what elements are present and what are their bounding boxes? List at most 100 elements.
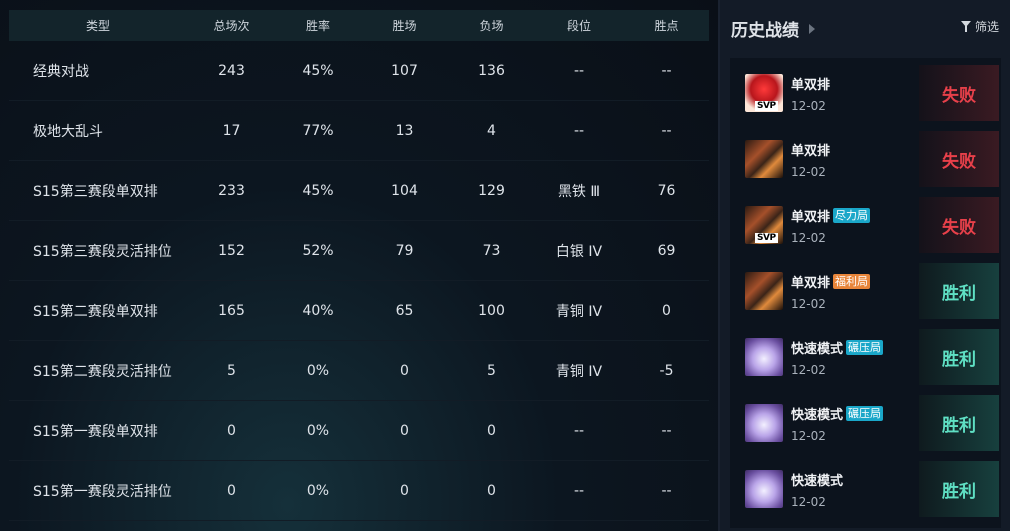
stats-panel: 类型 总场次 胜率 胜场 负场 段位 胜点 经典对战 243 45% 107 136 --…: [0, 0, 718, 531]
svp-badge: SVP: [755, 101, 778, 111]
cell-losses: 73: [482, 242, 501, 259]
cell-wins: 13: [395, 122, 414, 139]
match-info: 快速模式 碾压局 12-02: [791, 338, 919, 377]
cell-total: 0: [227, 422, 236, 439]
match-info: 快速模式 碾压局 12-02: [791, 404, 919, 443]
cell-rank: 青铜 IV: [555, 363, 603, 380]
mode-line: 单双排: [791, 140, 919, 159]
match-info: 单双排 福利局 12-02: [791, 272, 919, 311]
cell-losses: 5: [487, 362, 496, 379]
cell-wins: 107: [391, 62, 418, 79]
header-points: 胜点: [654, 19, 679, 33]
cell-losses: 129: [478, 182, 505, 199]
table-row: S15第一赛段灵活排位 0 0% 0 0 -- --: [9, 461, 709, 521]
cell-points: -5: [659, 362, 674, 379]
stats-table: 类型 总场次 胜率 胜场 负场 段位 胜点 经典对战 243 45% 107 136 --…: [9, 10, 709, 521]
match-mode: 快速模式: [791, 341, 844, 357]
match-date: 12-02: [791, 164, 826, 179]
table-row: S15第三赛段灵活排位 152 52% 79 73 白银 IV 69: [9, 221, 709, 281]
cell-points: --: [661, 62, 672, 79]
match-date: 12-02: [791, 494, 826, 509]
header-type: 类型: [85, 19, 110, 33]
table-row: S15第三赛段单双排 233 45% 104 129 黑铁 Ⅲ 76: [9, 161, 709, 221]
mode-line: 快速模式 碾压局: [791, 338, 919, 357]
cell-rank: 青铜 IV: [555, 303, 603, 320]
cell-losses: 4: [487, 122, 496, 139]
cell-points: --: [661, 482, 672, 499]
filter-icon: [960, 21, 971, 32]
cell-wins: 79: [395, 242, 414, 259]
cell-points: --: [661, 422, 672, 439]
table-row: 极地大乱斗 17 77% 13 4 -- --: [9, 101, 709, 161]
match-tag: 碾压局: [846, 339, 884, 355]
table-row: S15第一赛段单双排 0 0% 0 0 -- --: [9, 401, 709, 461]
match-list: SVP 单双排 12-02 失败 单双排 12-02 失败 SVP 单双排 尽力局 12-02 失败单…: [730, 58, 1001, 528]
mode-line: 单双排: [791, 74, 919, 93]
match-info: 快速模式 12-02: [791, 470, 919, 509]
cell-losses: 136: [478, 62, 505, 79]
match-result: 胜利: [919, 461, 999, 517]
cell-rate: 52%: [302, 242, 334, 259]
cell-points: 69: [657, 242, 676, 259]
table-row: S15第二赛段单双排 165 40% 65 100 青铜 IV 0: [9, 281, 709, 341]
cell-type: S15第二赛段灵活排位: [33, 363, 172, 380]
champion-avatar: [745, 140, 783, 178]
filter-button[interactable]: 筛选: [960, 18, 999, 35]
match-mode: 单双排: [791, 77, 831, 93]
champion-avatar: [745, 338, 783, 376]
cell-total: 5: [227, 362, 236, 379]
cell-rank: --: [573, 482, 585, 499]
champion-avatar: [745, 272, 783, 310]
chevron-right-icon: [809, 23, 815, 34]
cell-wins: 0: [400, 362, 409, 379]
champion-avatar: [745, 404, 783, 442]
match-result: 胜利: [919, 395, 999, 451]
match-item[interactable]: 单双排 12-02 失败: [734, 131, 999, 187]
match-info: 单双排 12-02: [791, 140, 919, 179]
cell-rate: 77%: [302, 122, 334, 139]
match-result: 胜利: [919, 329, 999, 385]
match-item[interactable]: 单双排 福利局 12-02 胜利: [734, 263, 999, 319]
cell-total: 165: [218, 302, 245, 319]
match-date: 12-02: [791, 296, 826, 311]
match-item[interactable]: SVP 单双排 尽力局 12-02 失败: [734, 197, 999, 253]
cell-rate: 0%: [306, 422, 330, 439]
match-item[interactable]: 快速模式 碾压局 12-02 胜利: [734, 395, 999, 451]
match-mode: 单双排: [791, 143, 831, 159]
match-mode: 快速模式: [791, 473, 844, 489]
cell-type: S15第一赛段灵活排位: [33, 483, 172, 500]
match-date: 12-02: [791, 98, 826, 113]
match-info: 单双排 尽力局 12-02: [791, 206, 919, 245]
champion-avatar: [745, 470, 783, 508]
match-date: 12-02: [791, 362, 826, 377]
cell-type: S15第三赛段单双排: [33, 183, 158, 200]
match-result: 胜利: [919, 263, 999, 319]
mode-line: 快速模式: [791, 470, 919, 489]
match-item[interactable]: SVP 单双排 12-02 失败: [734, 65, 999, 121]
match-tag: 碾压局: [846, 405, 884, 421]
mode-line: 快速模式 碾压局: [791, 404, 919, 423]
table-row: S15第二赛段灵活排位 5 0% 0 5 青铜 IV -5: [9, 341, 709, 401]
match-result: 失败: [919, 131, 999, 187]
cell-losses: 100: [478, 302, 505, 319]
cell-type: S15第二赛段单双排: [33, 303, 158, 320]
cell-total: 17: [222, 122, 241, 139]
match-mode: 快速模式: [791, 407, 844, 423]
header-losses: 负场: [479, 19, 504, 33]
header-rate: 胜率: [305, 19, 330, 33]
header-wins: 胜场: [392, 19, 417, 33]
match-item[interactable]: 快速模式 碾压局 12-02 胜利: [734, 329, 999, 385]
table-header: 类型 总场次 胜率 胜场 负场 段位 胜点: [9, 10, 709, 41]
match-item[interactable]: 快速模式 12-02 胜利: [734, 461, 999, 517]
cell-losses: 0: [487, 422, 496, 439]
match-tag: 尽力局: [833, 207, 871, 223]
cell-type: 极地大乱斗: [33, 123, 103, 140]
history-header[interactable]: 历史战绩: [731, 16, 815, 41]
cell-losses: 0: [487, 482, 496, 499]
svp-badge: SVP: [755, 233, 778, 243]
cell-rate: 45%: [302, 182, 334, 199]
match-result: 失败: [919, 197, 999, 253]
mode-line: 单双排 尽力局: [791, 206, 919, 225]
cell-wins: 0: [400, 482, 409, 499]
cell-wins: 104: [391, 182, 418, 199]
